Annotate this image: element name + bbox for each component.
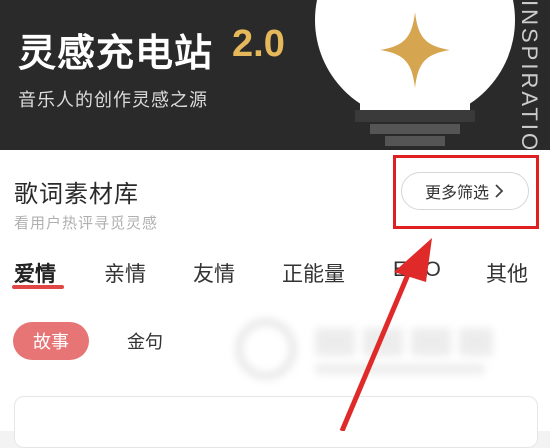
lyrics-library-card: 歌词素材库 看用户热评寻觅灵感 更多筛选 爱情 亲情 友情 正能量 EMO 其他… xyxy=(0,150,550,448)
subtab-golden-quote[interactable]: 金句 xyxy=(108,322,182,360)
promo-banner[interactable]: 灵感充电站 2.0 音乐人的创作灵感之源 INSPIRATIO xyxy=(0,0,550,150)
tab-love[interactable]: 爱情 xyxy=(14,258,56,288)
tab-family[interactable]: 亲情 xyxy=(104,258,146,288)
category-tabs: 爱情 亲情 友情 正能量 EMO 其他 xyxy=(0,258,550,298)
banner-subtitle: 音乐人的创作灵感之源 xyxy=(18,90,208,111)
section-title: 歌词素材库 xyxy=(14,180,139,208)
subtab-story[interactable]: 故事 xyxy=(13,322,89,360)
content-card[interactable] xyxy=(14,396,538,448)
section-subtitle: 看用户热评寻觅灵感 xyxy=(14,214,159,232)
more-filters-button[interactable]: 更多筛选 xyxy=(401,172,529,210)
chevron-right-icon xyxy=(495,184,504,198)
more-filters-label: 更多筛选 xyxy=(424,183,489,202)
banner-vertical-text: INSPIRATIO xyxy=(517,0,542,150)
tab-friendship[interactable]: 友情 xyxy=(193,258,235,288)
banner-version: 2.0 xyxy=(232,23,285,65)
tab-other[interactable]: 其他 xyxy=(486,258,528,288)
active-tab-indicator xyxy=(12,285,64,289)
annotation-arrow xyxy=(339,238,432,431)
banner-title: 灵感充电站 xyxy=(18,31,214,75)
